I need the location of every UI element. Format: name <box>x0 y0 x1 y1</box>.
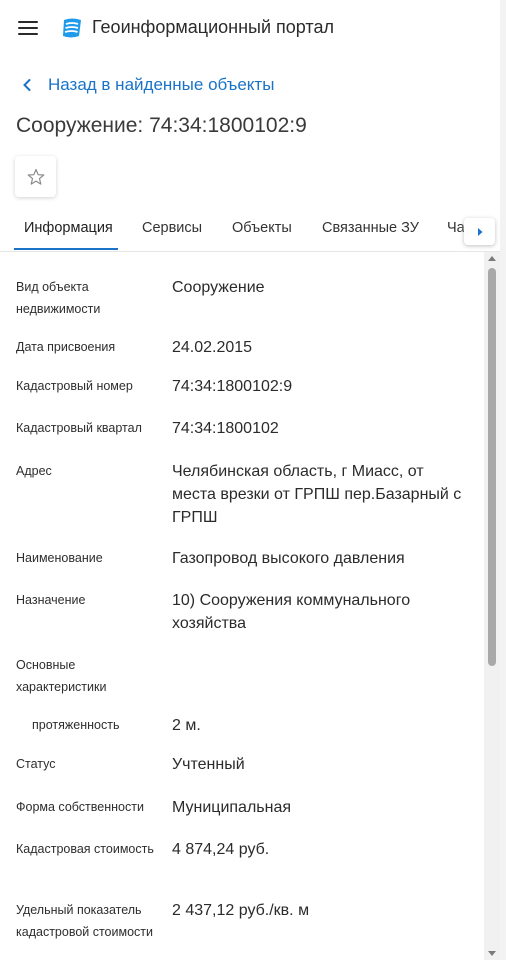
info-label: Адрес <box>16 464 52 478</box>
app-title: Геоинформационный портал <box>92 17 334 37</box>
info-label: Форма собственности <box>16 800 144 814</box>
info-label: Удельный показатель кадастровой стоимост… <box>16 903 153 939</box>
info-value: Муниципальная <box>172 799 292 816</box>
tab-bar: Информация Сервисы Объекты Связанные ЗУ … <box>0 206 500 252</box>
info-label: Наименование <box>16 551 103 565</box>
scroll-up-arrow-icon[interactable] <box>488 256 496 261</box>
tabs-scroll-right-button[interactable] <box>464 218 495 245</box>
info-value: Учтенный <box>172 756 245 773</box>
info-label: Назначение <box>16 593 86 607</box>
favorite-button[interactable] <box>15 156 56 197</box>
scroll-down-arrow-icon[interactable] <box>488 951 496 956</box>
back-link-label: Назад в найденные объекты <box>48 75 275 94</box>
active-tab-indicator <box>14 248 118 250</box>
portal-logo-icon <box>63 18 81 38</box>
info-label: Вид объекта недвижимости <box>16 280 101 316</box>
info-value: Газопровод высокого давления <box>172 550 405 567</box>
info-label: Кадастровый квартал <box>16 421 142 435</box>
info-label: протяженность <box>32 718 120 732</box>
info-value: 74:34:1800102 <box>172 420 279 437</box>
info-value: 74:34:1800102:9 <box>172 378 293 395</box>
info-label: Основные характеристики <box>16 658 107 694</box>
info-value: Челябинская область, г Миасс, от места в… <box>172 463 462 526</box>
info-label: Статус <box>16 757 56 771</box>
tab-related-land[interactable]: Связанные ЗУ <box>322 220 419 236</box>
info-value: 4 874,24 руб. <box>172 841 270 858</box>
window-edge <box>500 0 506 960</box>
info-value: 2 437,12 руб./кв. м <box>172 902 310 919</box>
info-label: Кадастровая стоимость <box>16 842 154 856</box>
scrollbar-thumb[interactable] <box>488 268 496 666</box>
tab-information[interactable]: Информация <box>24 220 113 236</box>
info-value: 24.02.2015 <box>172 339 253 356</box>
top-bar: Геоинформационный портал <box>0 0 500 56</box>
info-list: Вид объекта недвижимости Сооружение Дата… <box>0 252 484 960</box>
info-value: 10) Сооружения коммунального хозяйства <box>172 592 411 632</box>
info-value: 2 м. <box>172 717 201 734</box>
caret-right-icon <box>477 227 482 236</box>
star-outline-icon <box>27 168 44 185</box>
tab-objects[interactable]: Объекты <box>232 220 292 236</box>
info-label: Дата присвоения <box>16 340 116 354</box>
back-to-results-link[interactable]: Назад в найденные объекты <box>22 74 274 96</box>
info-value: Сооружение <box>172 279 265 296</box>
page-title: Сооружение: 74:34:1800102:9 <box>16 114 307 137</box>
vertical-scrollbar[interactable] <box>484 252 500 960</box>
tab-services[interactable]: Сервисы <box>142 220 202 236</box>
page: Геоинформационный портал Назад в найденн… <box>0 0 506 960</box>
hamburger-menu-icon[interactable] <box>18 20 38 36</box>
chevron-left-icon <box>23 79 31 91</box>
info-label: Кадастровый номер <box>16 379 133 393</box>
